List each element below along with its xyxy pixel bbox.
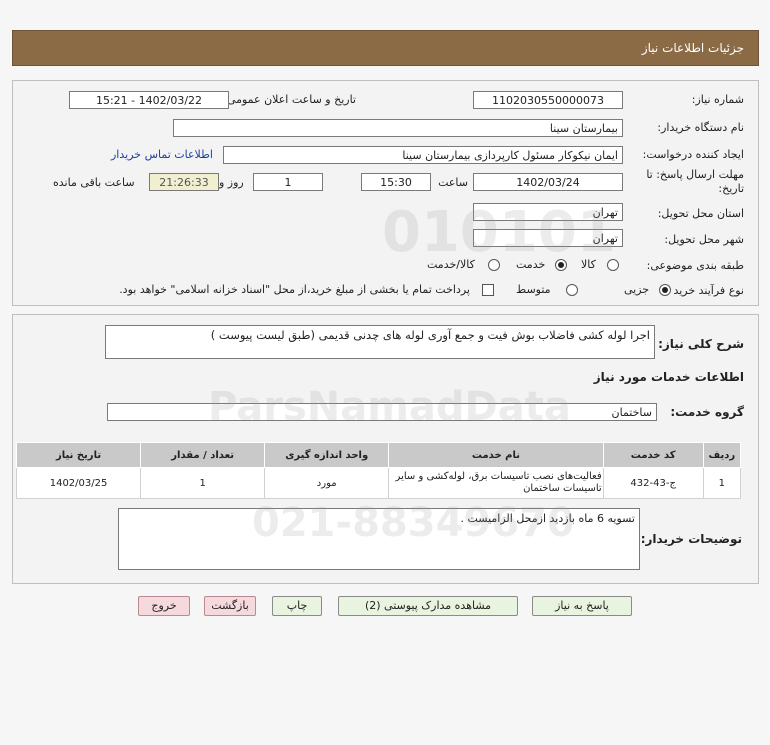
cell-qty: 1 xyxy=(140,467,266,499)
deadline-date-label: تاریخ: xyxy=(718,182,744,195)
service-group-label: گروه خدمت: xyxy=(670,405,744,419)
col-unit-header: واحد اندازه گیری xyxy=(264,442,390,468)
process-medium-radio[interactable] xyxy=(566,284,578,296)
col-row-header: ردیف xyxy=(702,442,742,468)
attachments-button[interactable]: مشاهده مدارک پیوستی (2) xyxy=(338,596,518,616)
category-goods-service-radio[interactable] xyxy=(488,259,500,271)
city-label: شهر محل تحویل: xyxy=(664,233,744,246)
remaining-time-field: 21:26:33 xyxy=(149,173,219,191)
cell-code: ج-43-432 xyxy=(602,467,704,499)
table-row: 1 ج-43-432 فعالیت‌های نصب تاسیسات برق، ل… xyxy=(15,467,742,499)
buyer-contact-link[interactable]: اطلاعات تماس خریدار xyxy=(111,148,213,161)
col-qty-header: تعداد / مقدار xyxy=(140,442,266,468)
table-header-row: ردیف کد خدمت نام خدمت واحد اندازه گیری ت… xyxy=(15,442,742,468)
back-button[interactable]: بازگشت xyxy=(204,596,256,616)
page-header: جزئیات اطلاعات نیاز xyxy=(12,30,759,66)
services-table: ردیف کد خدمت نام خدمت واحد اندازه گیری ت… xyxy=(15,442,742,499)
announce-date-field: 1402/03/22 - 15:21 xyxy=(69,91,229,109)
summary-label: شرح کلی نیاز: xyxy=(658,337,744,351)
col-name-header: نام خدمت xyxy=(388,442,604,468)
print-button[interactable]: چاپ xyxy=(272,596,322,616)
deadline-date-field: 1402/03/24 xyxy=(473,173,623,191)
col-code-header: کد خدمت xyxy=(602,442,704,468)
buyer-notes-label: توضیحات خریدار: xyxy=(640,532,742,546)
summary-field: اجرا لوله کشی فاضلاب بوش فیت و جمع آوری … xyxy=(105,325,655,359)
col-date-header: تاریخ نیاز xyxy=(15,442,142,468)
need-number-field: 1102030550000073 xyxy=(473,91,623,109)
deadline-time-field: 15:30 xyxy=(361,173,431,191)
days-field: 1 xyxy=(253,173,323,191)
buyer-org-label: نام دستگاه خریدار: xyxy=(657,121,744,134)
buyer-notes-field: تسویه 6 ماه بازدید ازمحل الزامیست . xyxy=(118,508,640,570)
deadline-time-label: ساعت xyxy=(438,176,468,189)
need-number-label: شماره نیاز: xyxy=(691,93,744,106)
category-goods-service-label: کالا/خدمت xyxy=(427,258,475,271)
requester-field: ایمان نیکوکار مسئول کارپردازی بیمارستان … xyxy=(223,146,623,164)
remaining-time-label: ساعت باقی مانده xyxy=(53,176,135,189)
days-label: روز و xyxy=(219,176,244,189)
treasury-payment-checkbox[interactable] xyxy=(482,284,494,296)
treasury-payment-text: پرداخت تمام یا بخشی از مبلغ خرید،از محل … xyxy=(119,283,470,296)
process-minor-label: جزیی xyxy=(624,283,650,296)
page-title: جزئیات اطلاعات نیاز xyxy=(641,41,744,55)
buyer-org-field: بیمارستان سینا xyxy=(173,119,623,137)
cell-date: 1402/03/25 xyxy=(15,467,142,499)
exit-button[interactable]: خروج xyxy=(138,596,190,616)
announce-date-label: تاریخ و ساعت اعلان عمومی: xyxy=(223,93,356,106)
cell-name: فعالیت‌های نصب تاسیسات برق، لوله‌کشی و س… xyxy=(388,467,604,499)
cell-unit: مورد xyxy=(264,467,390,499)
process-minor-radio[interactable] xyxy=(659,284,671,296)
reply-button[interactable]: پاسخ به نیاز xyxy=(532,596,632,616)
province-label: استان محل تحویل: xyxy=(657,207,744,220)
province-field: تهران xyxy=(473,203,623,221)
category-service-radio[interactable] xyxy=(555,259,567,271)
category-label: طبقه بندی موضوعی: xyxy=(646,259,744,272)
services-heading: اطلاعات خدمات مورد نیاز xyxy=(593,370,744,384)
need-info-panel: شماره نیاز: 1102030550000073 تاریخ و ساع… xyxy=(12,80,759,306)
process-type-label: نوع فرآیند خرید : xyxy=(666,284,744,297)
category-goods-label: کالا xyxy=(581,258,596,271)
cell-row: 1 xyxy=(702,467,742,499)
process-medium-label: متوسط xyxy=(516,283,551,296)
category-service-label: خدمت xyxy=(516,258,546,271)
requester-label: ایجاد کننده درخواست: xyxy=(642,148,744,161)
deadline-label: مهلت ارسال پاسخ: تا xyxy=(646,168,744,181)
city-field: تهران xyxy=(473,229,623,247)
service-group-field: ساختمان xyxy=(107,403,657,421)
category-goods-radio[interactable] xyxy=(607,259,619,271)
